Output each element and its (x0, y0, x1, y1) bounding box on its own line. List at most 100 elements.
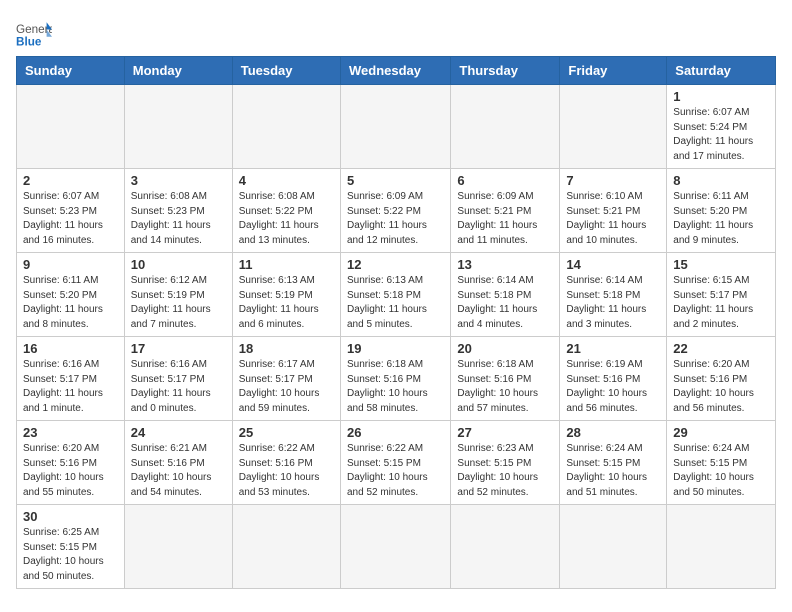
day-number: 1 (673, 89, 769, 104)
day-number: 4 (239, 173, 334, 188)
calendar-cell (667, 505, 776, 589)
weekday-monday: Monday (124, 57, 232, 85)
day-number: 3 (131, 173, 226, 188)
calendar-cell (124, 505, 232, 589)
calendar-cell: 22Sunrise: 6:20 AM Sunset: 5:16 PM Dayli… (667, 337, 776, 421)
day-number: 29 (673, 425, 769, 440)
calendar-cell: 24 Sunrise: 6:21 AM Sunset: 5:16 PM Dayli… (124, 421, 232, 505)
calendar-cell: 10 Sunrise: 6:12 AM Sunset: 5:19 PM Dayli… (124, 253, 232, 337)
day-number: 12 (347, 257, 444, 272)
day-number: 28 (566, 425, 660, 440)
day-info: Sunrise: 6:20 AM Sunset: 5:16 PM Dayligh… (673, 358, 769, 416)
calendar-cell: 8 Sunrise: 6:11 AM Sunset: 5:20 PM Daylig… (667, 169, 776, 253)
day-info: Sunrise: 6:11 AM Sunset: 5:20 PM Dayligh… (23, 274, 118, 332)
calendar-cell: 17Sunrise: 6:16 AM Sunset: 5:17 PM Dayli… (124, 337, 232, 421)
calendar-cell: 7Sunrise: 6:10 AM Sunset: 5:21 PM Daylig… (560, 169, 667, 253)
day-number: 13 (457, 257, 553, 272)
calendar-cell: 5 Sunrise: 6:09 AM Sunset: 5:22 PM Daylig… (340, 169, 450, 253)
calendar-cell: 11 Sunrise: 6:13 AM Sunset: 5:19 PM Dayli… (232, 253, 340, 337)
calendar-cell: 21 Sunrise: 6:19 AM Sunset: 5:16 PM Dayli… (560, 337, 667, 421)
day-info: Sunrise: 6:16 AM Sunset: 5:17 PM Dayligh… (23, 358, 118, 416)
calendar-cell: 12Sunrise: 6:13 AM Sunset: 5:18 PM Dayli… (340, 253, 450, 337)
calendar-week-6: 30 Sunrise: 6:25 AM Sunset: 5:15 PM Dayli… (17, 505, 776, 589)
day-number: 14 (566, 257, 660, 272)
calendar-body: 1Sunrise: 6:07 AM Sunset: 5:24 PM Daylig… (17, 85, 776, 589)
day-info: Sunrise: 6:13 AM Sunset: 5:19 PM Dayligh… (239, 274, 334, 332)
calendar-cell: 28 Sunrise: 6:24 AM Sunset: 5:15 PM Dayli… (560, 421, 667, 505)
day-info: Sunrise: 6:25 AM Sunset: 5:15 PM Dayligh… (23, 526, 118, 584)
day-number: 16 (23, 341, 118, 356)
day-number: 11 (239, 257, 334, 272)
day-number: 18 (239, 341, 334, 356)
day-info: Sunrise: 6:18 AM Sunset: 5:16 PM Dayligh… (457, 358, 553, 416)
day-number: 5 (347, 173, 444, 188)
calendar-cell: 3 Sunrise: 6:08 AM Sunset: 5:23 PM Daylig… (124, 169, 232, 253)
day-info: Sunrise: 6:10 AM Sunset: 5:21 PM Dayligh… (566, 190, 660, 248)
day-number: 10 (131, 257, 226, 272)
weekday-thursday: Thursday (451, 57, 560, 85)
day-number: 15 (673, 257, 769, 272)
calendar-cell: 14 Sunrise: 6:14 AM Sunset: 5:18 PM Dayli… (560, 253, 667, 337)
day-info: Sunrise: 6:22 AM Sunset: 5:16 PM Dayligh… (239, 442, 334, 500)
logo-icon: General Blue (16, 20, 52, 48)
day-info: Sunrise: 6:21 AM Sunset: 5:16 PM Dayligh… (131, 442, 226, 500)
calendar-cell (232, 505, 340, 589)
weekday-saturday: Saturday (667, 57, 776, 85)
calendar-cell: 9 Sunrise: 6:11 AM Sunset: 5:20 PM Daylig… (17, 253, 125, 337)
day-number: 17 (131, 341, 226, 356)
calendar-cell (560, 85, 667, 169)
day-info: Sunrise: 6:12 AM Sunset: 5:19 PM Dayligh… (131, 274, 226, 332)
day-number: 27 (457, 425, 553, 440)
day-info: Sunrise: 6:09 AM Sunset: 5:22 PM Dayligh… (347, 190, 444, 248)
day-number: 23 (23, 425, 118, 440)
weekday-sunday: Sunday (17, 57, 125, 85)
day-info: Sunrise: 6:11 AM Sunset: 5:20 PM Dayligh… (673, 190, 769, 248)
page-header: General Blue (16, 16, 776, 48)
calendar-cell (232, 85, 340, 169)
calendar-cell: 23 Sunrise: 6:20 AM Sunset: 5:16 PM Dayli… (17, 421, 125, 505)
calendar-cell (340, 85, 450, 169)
svg-text:Blue: Blue (16, 36, 42, 48)
day-info: Sunrise: 6:08 AM Sunset: 5:23 PM Dayligh… (131, 190, 226, 248)
weekday-friday: Friday (560, 57, 667, 85)
calendar-week-1: 1Sunrise: 6:07 AM Sunset: 5:24 PM Daylig… (17, 85, 776, 169)
day-number: 9 (23, 257, 118, 272)
day-number: 30 (23, 509, 118, 524)
calendar-cell: 19Sunrise: 6:18 AM Sunset: 5:16 PM Dayli… (340, 337, 450, 421)
calendar-cell (451, 505, 560, 589)
calendar-cell: 25 Sunrise: 6:22 AM Sunset: 5:16 PM Dayli… (232, 421, 340, 505)
calendar-cell (560, 505, 667, 589)
day-info: Sunrise: 6:23 AM Sunset: 5:15 PM Dayligh… (457, 442, 553, 500)
day-info: Sunrise: 6:15 AM Sunset: 5:17 PM Dayligh… (673, 274, 769, 332)
day-info: Sunrise: 6:08 AM Sunset: 5:22 PM Dayligh… (239, 190, 334, 248)
weekday-wednesday: Wednesday (340, 57, 450, 85)
day-number: 2 (23, 173, 118, 188)
day-info: Sunrise: 6:20 AM Sunset: 5:16 PM Dayligh… (23, 442, 118, 500)
day-number: 24 (131, 425, 226, 440)
day-number: 8 (673, 173, 769, 188)
calendar-cell: 29 Sunrise: 6:24 AM Sunset: 5:15 PM Dayli… (667, 421, 776, 505)
calendar-week-4: 16 Sunrise: 6:16 AM Sunset: 5:17 PM Dayli… (17, 337, 776, 421)
weekday-tuesday: Tuesday (232, 57, 340, 85)
day-info: Sunrise: 6:14 AM Sunset: 5:18 PM Dayligh… (457, 274, 553, 332)
calendar-cell: 4 Sunrise: 6:08 AM Sunset: 5:22 PM Daylig… (232, 169, 340, 253)
calendar-cell: 15 Sunrise: 6:15 AM Sunset: 5:17 PM Dayli… (667, 253, 776, 337)
calendar-cell: 26 Sunrise: 6:22 AM Sunset: 5:15 PM Dayli… (340, 421, 450, 505)
day-info: Sunrise: 6:22 AM Sunset: 5:15 PM Dayligh… (347, 442, 444, 500)
day-info: Sunrise: 6:24 AM Sunset: 5:15 PM Dayligh… (673, 442, 769, 500)
day-info: Sunrise: 6:09 AM Sunset: 5:21 PM Dayligh… (457, 190, 553, 248)
day-info: Sunrise: 6:14 AM Sunset: 5:18 PM Dayligh… (566, 274, 660, 332)
day-number: 19 (347, 341, 444, 356)
day-number: 6 (457, 173, 553, 188)
calendar-cell: 13 Sunrise: 6:14 AM Sunset: 5:18 PM Dayli… (451, 253, 560, 337)
day-info: Sunrise: 6:24 AM Sunset: 5:15 PM Dayligh… (566, 442, 660, 500)
day-number: 25 (239, 425, 334, 440)
calendar-cell (451, 85, 560, 169)
day-number: 21 (566, 341, 660, 356)
day-info: Sunrise: 6:19 AM Sunset: 5:16 PM Dayligh… (566, 358, 660, 416)
calendar-cell: 2Sunrise: 6:07 AM Sunset: 5:23 PM Daylig… (17, 169, 125, 253)
calendar-cell: 30 Sunrise: 6:25 AM Sunset: 5:15 PM Dayli… (17, 505, 125, 589)
day-number: 26 (347, 425, 444, 440)
calendar-cell: 27 Sunrise: 6:23 AM Sunset: 5:15 PM Dayli… (451, 421, 560, 505)
day-number: 20 (457, 341, 553, 356)
